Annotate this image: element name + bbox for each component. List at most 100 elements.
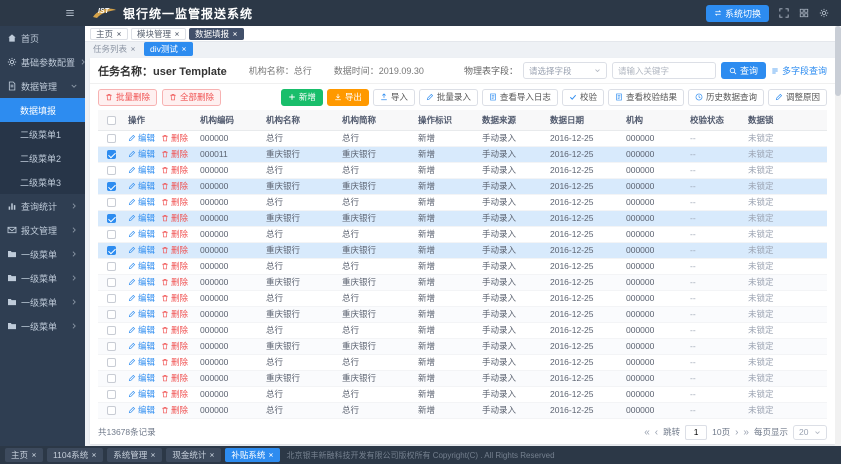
close-icon[interactable] xyxy=(31,452,37,458)
row-checkbox[interactable] xyxy=(107,278,116,287)
edit-link[interactable]: 编辑 xyxy=(128,340,155,352)
toolbar-right-button-3[interactable]: 批量录入 xyxy=(419,89,478,106)
delete-link[interactable]: 删除 xyxy=(161,260,188,272)
toolbar-left-button-0[interactable]: 批量删除 xyxy=(98,89,157,106)
select-all-checkbox[interactable] xyxy=(107,116,116,125)
table-row[interactable]: 编辑删除000000重庆银行重庆银行新增手动录入2016-12-25000000… xyxy=(98,370,827,386)
table-row[interactable]: 编辑删除000011重庆银行重庆银行新增手动录入2016-12-25000000… xyxy=(98,146,827,162)
toolbar-left-button-1[interactable]: 全部删除 xyxy=(162,89,221,106)
close-icon[interactable] xyxy=(130,46,136,52)
table-row[interactable]: 编辑删除000000总行总行新增手动录入2016-12-25000000--未锁… xyxy=(98,258,827,274)
search-button[interactable]: 查询 xyxy=(721,62,766,79)
row-checkbox[interactable] xyxy=(107,198,116,207)
edit-link[interactable]: 编辑 xyxy=(128,404,155,416)
table-row[interactable]: 编辑删除000000总行总行新增手动录入2016-12-25000000--未锁… xyxy=(98,354,827,370)
footer-tab-3[interactable]: 现金统计 xyxy=(166,448,221,462)
table-row[interactable]: 编辑删除000000总行总行新增手动录入2016-12-25000000--未锁… xyxy=(98,130,827,146)
sidebar-item-9[interactable]: 一级菜单 xyxy=(0,242,85,266)
row-checkbox[interactable] xyxy=(107,134,116,143)
sidebar-collapse-button[interactable] xyxy=(0,8,85,18)
row-checkbox[interactable] xyxy=(107,166,116,175)
table-row[interactable]: 编辑删除000000总行总行新增手动录入2016-12-25000000--未锁… xyxy=(98,226,827,242)
next-page-icon[interactable]: › xyxy=(735,427,738,438)
toolbar-right-button-6[interactable]: 查看校验结果 xyxy=(608,89,684,106)
row-checkbox[interactable] xyxy=(107,310,116,319)
sidebar-item-4[interactable]: 二级菜单1 xyxy=(0,122,85,146)
delete-link[interactable]: 删除 xyxy=(161,292,188,304)
scrollbar-thumb[interactable] xyxy=(835,26,841,96)
fullscreen-icon[interactable] xyxy=(779,8,789,18)
subtab-1[interactable]: div测试 xyxy=(144,42,193,56)
row-checkbox[interactable] xyxy=(107,182,116,191)
edit-link[interactable]: 编辑 xyxy=(128,132,155,144)
delete-link[interactable]: 删除 xyxy=(161,212,188,224)
row-checkbox[interactable] xyxy=(107,294,116,303)
row-checkbox[interactable] xyxy=(107,214,116,223)
sidebar-item-0[interactable]: 首页 xyxy=(0,26,85,50)
edit-link[interactable]: 编辑 xyxy=(128,276,155,288)
delete-link[interactable]: 删除 xyxy=(161,356,188,368)
edit-link[interactable]: 编辑 xyxy=(128,212,155,224)
sidebar-item-6[interactable]: 二级菜单3 xyxy=(0,170,85,194)
delete-link[interactable]: 删除 xyxy=(161,132,188,144)
toolbar-right-button-4[interactable]: 查看导入日志 xyxy=(482,89,558,106)
gear-icon[interactable] xyxy=(819,8,829,18)
table-row[interactable]: 编辑删除000000重庆银行重庆银行新增手动录入2016-12-25000000… xyxy=(98,242,827,258)
multi-field-query-link[interactable]: 多字段查询 xyxy=(771,64,827,77)
table-row[interactable]: 编辑删除000000总行总行新增手动录入2016-12-25000000--未锁… xyxy=(98,290,827,306)
delete-link[interactable]: 删除 xyxy=(161,148,188,160)
footer-tab-0[interactable]: 主页 xyxy=(5,448,43,462)
row-checkbox[interactable] xyxy=(107,262,116,271)
row-checkbox[interactable] xyxy=(107,406,116,415)
prev-page-icon[interactable]: ‹ xyxy=(655,427,658,438)
edit-link[interactable]: 编辑 xyxy=(128,292,155,304)
table-row[interactable]: 编辑删除000000重庆银行重庆银行新增手动录入2016-12-25000000… xyxy=(98,274,827,290)
delete-link[interactable]: 删除 xyxy=(161,372,188,384)
delete-link[interactable]: 删除 xyxy=(161,228,188,240)
edit-link[interactable]: 编辑 xyxy=(128,388,155,400)
sidebar-item-12[interactable]: 一级菜单 xyxy=(0,314,85,338)
delete-link[interactable]: 删除 xyxy=(161,340,188,352)
delete-link[interactable]: 删除 xyxy=(161,404,188,416)
close-icon[interactable] xyxy=(181,46,187,52)
table-row[interactable]: 编辑删除000000总行总行新增手动录入2016-12-25000000--未锁… xyxy=(98,162,827,178)
table-row[interactable]: 编辑删除000000重庆银行重庆银行新增手动录入2016-12-25000000… xyxy=(98,306,827,322)
edit-link[interactable]: 编辑 xyxy=(128,244,155,256)
sidebar-item-7[interactable]: 查询统计 xyxy=(0,194,85,218)
close-icon[interactable] xyxy=(268,452,274,458)
keyword-input[interactable] xyxy=(612,62,716,79)
row-checkbox[interactable] xyxy=(107,358,116,367)
subtab-0[interactable]: 任务列表 xyxy=(93,43,136,55)
delete-link[interactable]: 删除 xyxy=(161,276,188,288)
close-icon[interactable] xyxy=(91,452,97,458)
toolbar-right-button-8[interactable]: 调整原因 xyxy=(768,89,827,106)
first-page-icon[interactable]: « xyxy=(644,427,650,438)
close-icon[interactable] xyxy=(150,452,156,458)
row-checkbox[interactable] xyxy=(107,246,116,255)
delete-link[interactable]: 删除 xyxy=(161,308,188,320)
toolbar-right-button-7[interactable]: 历史数据查询 xyxy=(688,89,764,106)
close-icon[interactable] xyxy=(232,31,238,37)
row-checkbox[interactable] xyxy=(107,326,116,335)
table-row[interactable]: 编辑删除000000重庆银行重庆银行新增手动录入2016-12-25000000… xyxy=(98,178,827,194)
sidebar-item-1[interactable]: 基础参数配置 xyxy=(0,50,85,74)
toolbar-right-button-2[interactable]: 导入 xyxy=(373,89,415,106)
delete-link[interactable]: 删除 xyxy=(161,388,188,400)
row-checkbox[interactable] xyxy=(107,374,116,383)
edit-link[interactable]: 编辑 xyxy=(128,308,155,320)
field-select[interactable]: 请选择字段 xyxy=(523,62,607,79)
edit-link[interactable]: 编辑 xyxy=(128,196,155,208)
close-icon[interactable] xyxy=(209,452,215,458)
table-row[interactable]: 编辑删除000000总行总行新增手动录入2016-12-25000000--未锁… xyxy=(98,402,827,418)
close-icon[interactable] xyxy=(116,31,122,37)
last-page-icon[interactable]: » xyxy=(743,427,749,438)
tab-1[interactable]: 模块管理 xyxy=(131,28,186,40)
footer-tab-2[interactable]: 系统管理 xyxy=(107,448,162,462)
close-icon[interactable] xyxy=(174,31,180,37)
edit-link[interactable]: 编辑 xyxy=(128,260,155,272)
delete-link[interactable]: 删除 xyxy=(161,164,188,176)
sidebar-item-8[interactable]: 报文管理 xyxy=(0,218,85,242)
table-row[interactable]: 编辑删除000000重庆银行重庆银行新增手动录入2016-12-25000000… xyxy=(98,210,827,226)
page-input[interactable] xyxy=(685,425,707,440)
row-checkbox[interactable] xyxy=(107,390,116,399)
